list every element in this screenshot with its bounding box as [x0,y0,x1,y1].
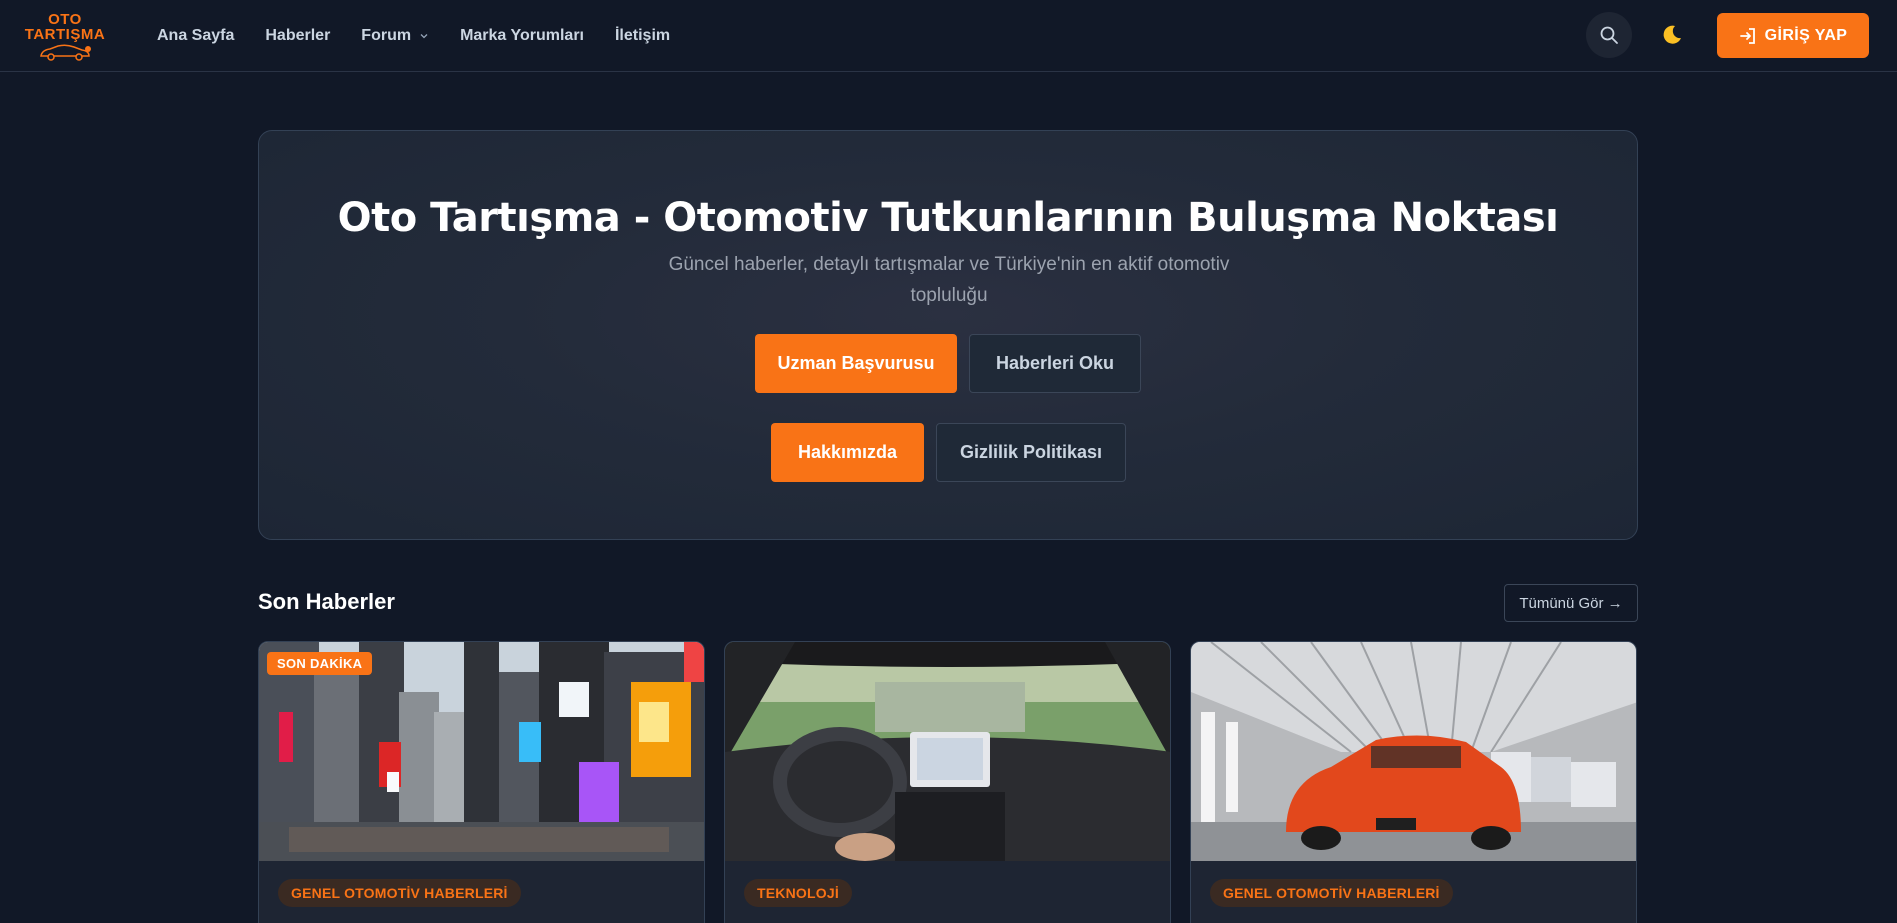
login-label: GİRİŞ YAP [1764,26,1848,44]
nav-contact[interactable]: İletişim [615,27,670,45]
news-image-factory-car [1191,642,1636,861]
nav-forum[interactable]: Forum [361,27,429,45]
search-button[interactable] [1586,12,1632,58]
login-icon [1739,27,1755,44]
latest-news-title: Son Haberler [258,589,395,614]
read-news-button[interactable]: Haberleri Oku [969,334,1141,393]
logo-line2: TARTIŞMA [24,26,106,43]
breaking-news-badge: SON DAKİKA [267,652,373,675]
category-badge[interactable]: GENEL OTOMOTİV HABERLERİ [278,879,521,907]
nav-brand-reviews[interactable]: Marka Yorumları [460,27,584,45]
site-header: OTO TARTIŞMA Ana Sayfa Haberler Forum Ma… [0,0,1897,72]
category-badge[interactable]: GENEL OTOMOTİV HABERLERİ [1210,879,1453,907]
site-logo[interactable]: OTO TARTIŞMA [24,9,106,61]
category-badge[interactable]: TEKNOLOJİ [744,879,852,907]
news-card[interactable]: GENEL OTOMOTİV HABERLERİ [1190,641,1637,923]
theme-toggle-button[interactable] [1655,18,1689,52]
about-us-button[interactable]: Hakkımızda [771,423,924,482]
nav-forum-label: Forum [361,27,412,44]
nav-home-label: Ana Sayfa [157,27,235,44]
nav-brand-reviews-label: Marka Yorumları [460,27,584,44]
chevron-down-icon [420,34,428,39]
hero-subtitle: Güncel haberler, detaylı tartışmalar ve … [668,254,1230,306]
expert-application-button[interactable]: Uzman Başvurusu [755,334,957,393]
car-icon [40,44,91,61]
privacy-policy-button[interactable]: Gizlilik Politikası [936,423,1126,482]
moon-icon [1663,25,1681,44]
news-image-car-interior [725,642,1170,861]
nav-contact-label: İletişim [614,27,671,44]
news-card[interactable]: TEKNOLOJİ [724,641,1171,923]
nav-home[interactable]: Ana Sayfa [157,27,234,45]
see-all-button[interactable]: Tümünü Gör → [1504,584,1638,622]
nav-news-label: Haberler [265,27,331,44]
main-nav: Ana Sayfa Haberler Forum Marka Yorumları… [157,0,670,72]
login-button[interactable]: GİRİŞ YAP [1717,13,1869,58]
search-icon [1600,26,1618,44]
nav-news[interactable]: Haberler [265,27,330,45]
hero-title: Oto Tartışma - Otomotiv Tutkunlarının Bu… [337,195,1559,241]
hero-section: Oto Tartışma - Otomotiv Tutkunlarının Bu… [258,130,1638,540]
news-card[interactable]: SON DAKİKA GENEL OTOMOTİV HABERLERİ [258,641,705,923]
